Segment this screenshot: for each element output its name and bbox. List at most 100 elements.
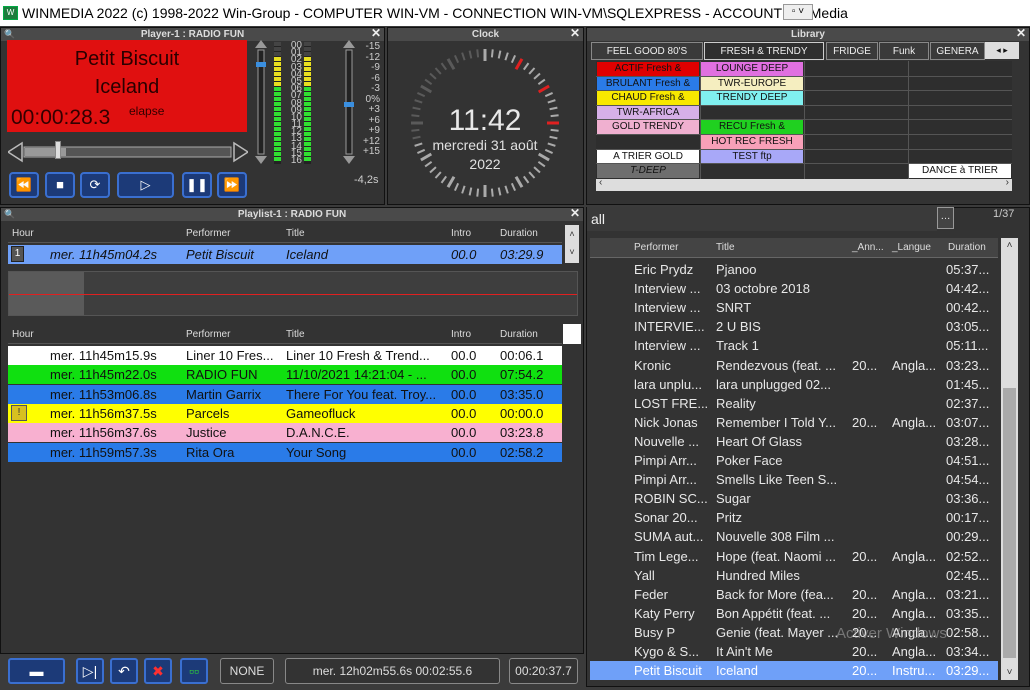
library-row[interactable]: Katy Perry Bon Appétit (feat. ... 20... Ang…	[590, 604, 998, 623]
col-title[interactable]: Title	[286, 228, 305, 239]
library-scrollbar-thumb[interactable]	[1003, 388, 1016, 658]
library-row[interactable]: Interview ... SNRT 00:42...	[590, 298, 998, 317]
col-language[interactable]: _Langue	[892, 242, 931, 253]
play-button[interactable]: ▷	[117, 172, 174, 198]
library-category[interactable]: T-DEEP	[597, 164, 699, 178]
col-performer[interactable]: Performer	[634, 242, 678, 253]
tab-scroll-arrows[interactable]: ◂ ▸	[985, 42, 1019, 59]
library-row[interactable]: Petit Biscuit Iceland 20... Instru... 03:29.…	[590, 661, 998, 681]
library-row[interactable]: Tim Lege... Hope (feat. Naomi ... 20... Ang…	[590, 547, 998, 566]
library-category[interactable]: ACTIF Fresh &	[597, 62, 699, 76]
playlist-row[interactable]: mer. 11h45m15.9s Liner 10 Fres... Liner 10…	[8, 346, 562, 365]
clock-tick	[537, 78, 546, 86]
col-title[interactable]: Title	[716, 242, 735, 253]
library-category[interactable]: HOT REC FRESH	[701, 135, 803, 149]
library-search-input[interactable]: all	[587, 207, 937, 231]
library-tab[interactable]: FRIDGE	[826, 42, 878, 60]
window-menu-button[interactable]: ▫ ˅	[783, 4, 813, 20]
library-row[interactable]: Nouvelle ... Heart Of Glass 03:28...	[590, 432, 998, 451]
library-duration: 03:21...	[946, 586, 990, 602]
return-button[interactable]: ↶	[110, 658, 138, 684]
vu-segment	[304, 57, 311, 61]
volume-fader[interactable]	[255, 40, 267, 164]
library-performer: lara unplu...	[634, 376, 702, 392]
search-icon[interactable]: 🔍	[4, 208, 15, 221]
library-row[interactable]: INTERVIE... 2 U BIS 03:05...	[590, 317, 998, 336]
library-category[interactable]: DANCE à TRIER	[909, 164, 1011, 178]
playlist-row[interactable]: mer. 11h45m22.0s RADIO FUN 11/10/2021 14:2…	[8, 365, 562, 385]
rewind-button[interactable]: ⏪	[9, 172, 39, 198]
col-title[interactable]: Title	[286, 329, 305, 340]
playlist-row[interactable]: ! mer. 11h56m37.5s Parcels Gameofluck 00.0 00…	[8, 403, 562, 423]
library-row[interactable]: Pimpi Arr... Smells Like Teen S... 04:54..…	[590, 470, 998, 489]
close-icon[interactable]: ✕	[1016, 27, 1026, 40]
col-intro[interactable]: Intro	[451, 228, 471, 239]
mode-button[interactable]: NONE	[220, 658, 274, 684]
library-category[interactable]: GOLD TRENDY	[597, 120, 699, 134]
vu-segment	[304, 127, 311, 131]
loop-button[interactable]: ⟳	[80, 172, 110, 198]
position-slider[interactable]	[8, 141, 248, 163]
search-options-button[interactable]: …	[937, 207, 954, 229]
col-duration[interactable]: Duration	[948, 242, 986, 253]
pause-button[interactable]: ❚❚	[182, 172, 212, 198]
col-hour[interactable]: Hour	[12, 228, 34, 239]
library-row[interactable]: Nick Jonas Remember I Told Y... 20... Angla…	[590, 413, 998, 432]
library-category[interactable]: CHAUD Fresh &	[597, 91, 699, 105]
library-grid-scrollbar[interactable]: ‹ ›	[596, 177, 1012, 191]
library-tab[interactable]: GENERA	[930, 42, 985, 60]
library-row[interactable]: Interview ... Track 1 05:11...	[590, 336, 998, 355]
library-row[interactable]: ROBIN SC... Sugar 03:36...	[590, 489, 998, 508]
library-category[interactable]: TWR-EUROPE	[701, 76, 803, 91]
library-category[interactable]: TEST ftp	[701, 149, 803, 164]
waveform-view[interactable]	[8, 271, 578, 316]
library-category[interactable]: LOUNGE DEEP	[701, 62, 803, 76]
library-row[interactable]: Kronic Rendezvous (feat. ... 20... Angla...…	[590, 356, 998, 375]
stop-button[interactable]: ■	[45, 172, 75, 198]
close-icon[interactable]: ✕	[570, 27, 580, 40]
vu-segment	[274, 52, 281, 56]
col-duration[interactable]: Duration	[500, 329, 538, 340]
library-row[interactable]: Feder Back for More (fea... 20... Angla... 0…	[590, 585, 998, 604]
playlist-row[interactable]: mer. 11h59m57.3s Rita Ora Your Song 00.0 02:…	[8, 442, 562, 462]
library-category[interactable]: RECU Fresh &	[701, 120, 803, 134]
library-row[interactable]: Kygo & S... It Ain't Me 20... Angla... 03:34…	[590, 642, 998, 661]
close-icon[interactable]: ✕	[570, 207, 580, 220]
player-performer: Petit Biscuit	[74, 48, 180, 70]
col-year[interactable]: _Ann...	[852, 242, 884, 253]
library-row[interactable]: Pimpi Arr... Poker Face 04:51...	[590, 451, 998, 470]
fast-forward-button[interactable]: ⏩	[217, 172, 247, 198]
playlist-row[interactable]: mer. 11h56m37.6s Justice D.A.N.C.E. 00.0 03:…	[8, 423, 562, 443]
library-row[interactable]: LOST FRE... Reality 02:37...	[590, 394, 998, 413]
add-block-button[interactable]: ▬	[8, 658, 65, 684]
close-icon[interactable]: ✕	[371, 27, 381, 40]
library-category[interactable]: A TRIER GOLD	[597, 149, 699, 164]
current-item-row[interactable]: 1 mer. 11h45m04.2s Petit Biscuit Iceland…	[8, 245, 562, 264]
library-lang: Angla...	[892, 644, 937, 659]
col-performer[interactable]: Performer	[186, 228, 230, 239]
library-row[interactable]: SUMA aut... Nouvelle 308 Film ... 00:29...	[590, 527, 998, 546]
position-slider-thumb[interactable]	[55, 141, 61, 159]
library-row[interactable]: Sonar 20... Pritz 00:17...	[590, 508, 998, 527]
library-row[interactable]: Yall Hundred Miles 02:45...	[590, 566, 998, 585]
library-row[interactable]: Interview ... 03 octobre 2018 04:42...	[590, 279, 998, 298]
skip-next-button[interactable]: ▷|	[76, 658, 104, 684]
library-tab[interactable]: FRESH & TRENDY	[704, 42, 824, 60]
library-scrollbar[interactable]: ˄ ˅	[1001, 238, 1018, 680]
library-category[interactable]: TWR-AFRICA	[597, 105, 699, 120]
col-performer[interactable]: Performer	[186, 329, 230, 340]
col-intro[interactable]: Intro	[451, 329, 471, 340]
library-category[interactable]: BRULANT Fresh &	[597, 76, 699, 91]
current-scrollbar[interactable]: ˄ ˅	[565, 225, 579, 263]
delete-button[interactable]: ✖	[144, 658, 172, 684]
pitch-fader[interactable]	[343, 40, 355, 164]
link-button[interactable]: ▫▫	[180, 658, 208, 684]
library-tab[interactable]: FEEL GOOD 80'S	[591, 42, 703, 60]
library-row[interactable]: Eric Prydz Pjanoo 05:37...	[590, 260, 998, 279]
library-tab[interactable]: Funk	[879, 42, 929, 60]
library-row[interactable]: lara unplu... lara unplugged 02... 01:45..…	[590, 375, 998, 394]
col-duration[interactable]: Duration	[500, 228, 538, 239]
library-category[interactable]: TRENDY DEEP	[701, 91, 803, 105]
playlist-row[interactable]: mer. 11h53m06.8s Martin Garrix There For Y…	[8, 384, 562, 404]
col-hour[interactable]: Hour	[12, 329, 34, 340]
